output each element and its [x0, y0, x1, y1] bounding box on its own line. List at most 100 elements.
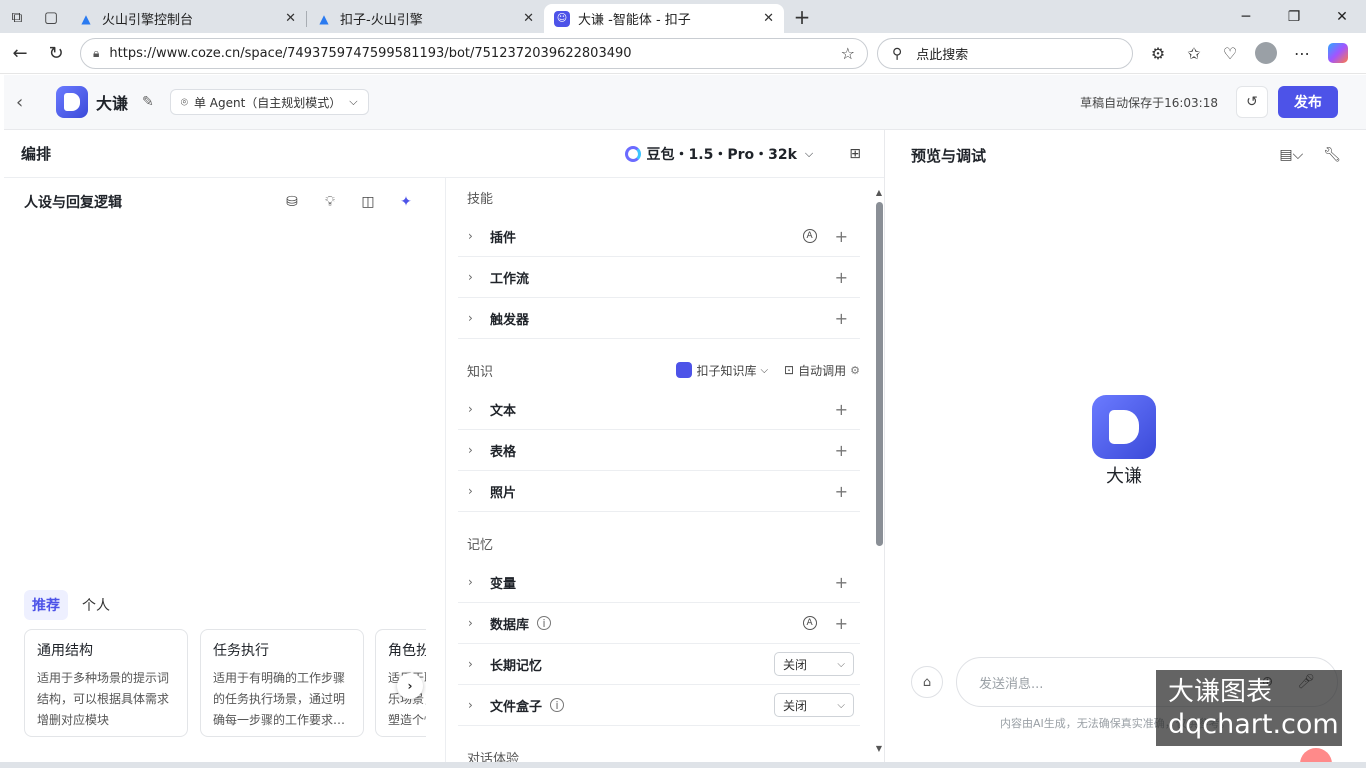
add-icon[interactable]: + — [835, 227, 848, 246]
add-icon[interactable]: + — [835, 614, 848, 633]
clear-history-button[interactable]: ⌂ — [911, 666, 943, 698]
template-card[interactable]: 通用结构 适用于多种场景的提示词结构，可以根据具体需求增删对应模块 — [24, 629, 188, 737]
row-label: 变量 — [490, 576, 517, 592]
history-button[interactable]: ↺ — [1236, 86, 1268, 118]
edit-icon[interactable]: ✎ — [142, 94, 154, 110]
chevron-right-icon: › — [468, 657, 473, 671]
prompt-library-icon[interactable]: ⛁ — [273, 194, 311, 210]
chevron-down-icon: ⌵ — [349, 95, 358, 108]
publish-button[interactable]: 发布 — [1278, 86, 1338, 118]
knowledge-source-select[interactable]: 扣子知识库 — [696, 362, 756, 379]
browser-search-box[interactable]: ⚲ 点此搜索 — [877, 38, 1133, 69]
memory-row-database[interactable]: › 数据库 i A + — [458, 603, 860, 644]
back-chevron-icon[interactable]: ‹ — [16, 92, 46, 113]
compare-icon[interactable]: ◫ — [349, 194, 387, 210]
new-tab-button[interactable]: + — [784, 0, 820, 33]
browser-essentials-icon[interactable]: ♡ — [1212, 36, 1248, 70]
layout-grid-icon[interactable]: ⊞ — [849, 146, 861, 162]
profile-avatar[interactable] — [1248, 36, 1284, 70]
bot-avatar[interactable] — [56, 86, 88, 118]
scroll-up-icon[interactable]: ▲ — [875, 188, 883, 200]
add-icon[interactable]: + — [835, 482, 848, 501]
select-value: 关闭 — [783, 657, 808, 672]
url-text[interactable]: https://www.coze.cn/space/74937597475995… — [109, 46, 840, 61]
close-window-icon[interactable]: ✕ — [1318, 0, 1366, 33]
tab-actions-icon[interactable]: ▢ — [34, 0, 68, 33]
restore-icon[interactable]: ❐ — [1270, 0, 1318, 33]
add-icon[interactable]: + — [835, 573, 848, 592]
tips-bulb-icon[interactable]: 💡︎ — [311, 194, 349, 210]
minimize-icon[interactable]: ─ — [1222, 0, 1270, 33]
chevron-down-icon: ⌵ — [837, 658, 845, 670]
tab-title: 扣子-火山引擎 — [340, 13, 423, 28]
favorite-star-icon[interactable]: ☆ — [841, 44, 855, 63]
volcano-icon: ▲ — [319, 11, 329, 26]
watermark-line-1: 大谦图表 — [1168, 677, 1273, 707]
refresh-icon[interactable]: ↻ — [38, 35, 74, 71]
template-card-title: 任务执行 — [213, 643, 269, 659]
knowledge-row-table[interactable]: › 表格 + — [458, 430, 860, 471]
extensions-icon[interactable]: ⚙ — [1140, 36, 1176, 70]
agent-mode-select[interactable]: ⌾ 单 Agent（自主规划模式） ⌵ — [169, 89, 369, 115]
skill-row-plugin[interactable]: › 插件 A + — [458, 216, 860, 257]
chevron-right-icon: › — [468, 575, 473, 589]
close-icon[interactable]: ✕ — [285, 11, 296, 26]
memory-row-long-term[interactable]: › 长期记忆 关闭 ⌵ — [458, 644, 860, 685]
copilot-icon[interactable] — [1320, 36, 1356, 70]
knowledge-row-text[interactable]: › 文本 + — [458, 389, 860, 430]
gear-icon[interactable]: ⚙ — [850, 364, 860, 377]
skill-row-workflow[interactable]: › 工作流 + — [458, 257, 860, 298]
add-icon[interactable]: + — [835, 400, 848, 419]
scroll-down-icon[interactable]: ▼ — [875, 744, 883, 756]
knowledge-header: 知识 扣子知识库 ⌵ ⊡ 自动调用 ⚙ — [446, 351, 874, 389]
template-card[interactable]: 任务执行 适用于有明确的工作步骤的任务执行场景，通过明确每一步骤的工作要求… — [200, 629, 364, 737]
tab-recommended[interactable]: 推荐 — [24, 590, 68, 620]
model-select[interactable]: 豆包・1.5・Pro・32k ⌵ — [624, 144, 814, 164]
memory-row-filebox[interactable]: › 文件盒子 i 关闭 ⌵ — [458, 685, 860, 726]
knowledge-row-photo[interactable]: › 照片 + — [458, 471, 860, 512]
back-icon[interactable]: ← — [2, 35, 38, 71]
next-chevron-icon[interactable]: › — [397, 673, 423, 699]
volcano-icon: ▲ — [81, 11, 91, 26]
search-placeholder: 点此搜索 — [916, 48, 969, 63]
edit-panel-header: 编排 豆包・1.5・Pro・32k ⌵ ⊞ — [4, 130, 884, 178]
info-icon[interactable]: i — [550, 698, 565, 712]
dialog-experience-label: 对话体验 — [467, 751, 520, 763]
row-label: 文本 — [490, 403, 517, 419]
chevron-down-icon: ⌵ — [760, 364, 769, 376]
skills-scrollbar[interactable]: ▲ ▼ — [875, 188, 883, 756]
skill-row-trigger[interactable]: › 触发器 + — [458, 298, 860, 339]
row-label: 触发器 — [490, 312, 530, 328]
chevron-right-icon: › — [468, 402, 473, 416]
close-icon[interactable]: ✕ — [523, 11, 534, 26]
add-icon[interactable]: + — [835, 309, 848, 328]
wrench-icon[interactable]: 🔧︎ — [1323, 147, 1341, 163]
address-bar[interactable]: 🔒︎ https://www.coze.cn/space/74937597475… — [80, 38, 868, 69]
chevron-down-icon: ⌵ — [804, 146, 814, 160]
favorites-icon[interactable]: ✩ — [1176, 36, 1212, 70]
knowledge-mode-label[interactable]: 自动调用 — [798, 362, 846, 379]
window-controls: ─ ❐ ✕ — [1222, 0, 1366, 33]
debug-settings-icon[interactable]: ▤⌵ — [1279, 147, 1303, 163]
close-icon[interactable]: ✕ — [763, 11, 774, 26]
optimize-sparkle-icon[interactable]: ✦ — [387, 194, 425, 210]
info-icon[interactable]: i — [537, 616, 552, 630]
filebox-select[interactable]: 关闭 ⌵ — [774, 693, 854, 717]
persona-title: 人设与回复逻辑 — [24, 195, 122, 211]
add-icon[interactable]: + — [835, 441, 848, 460]
auto-mode-icon[interactable]: A — [802, 229, 817, 243]
template-card-desc: 适用于多种场景的提示词结构，可以根据具体需求增删对应模块 — [37, 671, 170, 727]
browser-tab-2[interactable]: ▲ 扣子-火山引擎 ✕ — [306, 4, 544, 33]
site-info-icon[interactable]: 🔒︎ — [93, 46, 99, 61]
browser-tab-3[interactable]: ☺ 大谦 -智能体 - 扣子 ✕ — [544, 4, 784, 33]
long-term-memory-select[interactable]: 关闭 ⌵ — [774, 652, 854, 676]
browser-tab-1[interactable]: ▲ 火山引擎控制台 ✕ — [68, 4, 306, 33]
workspaces-icon[interactable]: ⧉ — [0, 0, 34, 33]
chevron-right-icon: › — [468, 229, 473, 243]
add-icon[interactable]: + — [835, 268, 848, 287]
scroll-thumb[interactable] — [875, 202, 883, 546]
memory-row-variables[interactable]: › 变量 + — [458, 562, 860, 603]
tab-personal[interactable]: 个人 — [74, 590, 118, 620]
auto-mode-icon[interactable]: A — [802, 616, 817, 630]
more-icon[interactable]: ⋯ — [1284, 36, 1320, 70]
